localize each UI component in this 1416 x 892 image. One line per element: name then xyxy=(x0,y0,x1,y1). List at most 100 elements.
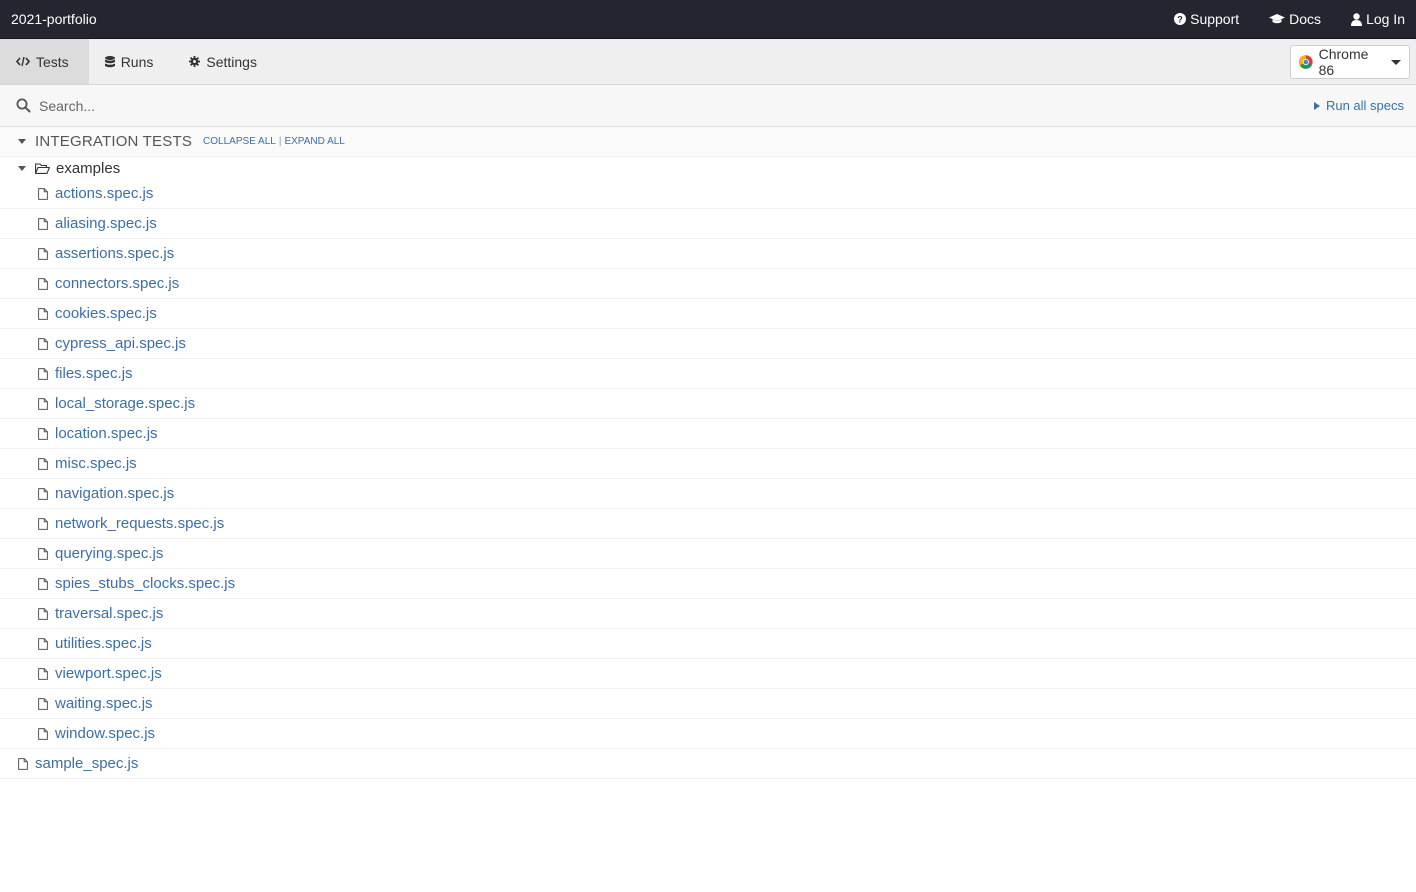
spec-file-name: utilities.spec.js xyxy=(55,635,152,652)
run-all-specs-button[interactable]: Run all specs xyxy=(1313,98,1404,113)
file-icon xyxy=(38,397,48,410)
spec-file-row[interactable]: local_storage.spec.js xyxy=(0,389,1416,419)
tab-tests-label: Tests xyxy=(36,53,69,70)
spec-file-name: querying.spec.js xyxy=(55,545,164,562)
spec-file-name: navigation.spec.js xyxy=(55,485,175,502)
file-icon xyxy=(38,487,48,500)
search-input[interactable] xyxy=(39,97,1314,114)
spec-file-name: spies_stubs_clocks.spec.js xyxy=(55,575,236,592)
integration-tests-title: INTEGRATION TESTS xyxy=(35,133,193,150)
file-icon xyxy=(38,517,48,530)
file-icon xyxy=(38,247,48,260)
chevron-down-icon xyxy=(1391,59,1401,65)
spec-file-name: local_storage.spec.js xyxy=(55,395,196,412)
file-icon xyxy=(38,457,48,470)
file-icon xyxy=(38,427,48,440)
spec-file-row[interactable]: window.spec.js xyxy=(0,719,1416,749)
spec-file-name: network_requests.spec.js xyxy=(55,515,225,532)
run-all-specs-label: Run all specs xyxy=(1325,98,1404,113)
graduation-cap-icon xyxy=(1269,14,1286,24)
question-circle-icon: ? xyxy=(1174,13,1187,25)
search-icon xyxy=(16,98,31,113)
spec-file-name: aliasing.spec.js xyxy=(55,215,157,232)
file-icon xyxy=(38,607,48,620)
spec-file-name: misc.spec.js xyxy=(55,455,137,472)
chrome-icon xyxy=(1299,55,1313,69)
file-icon xyxy=(38,277,48,290)
support-link[interactable]: ? Support xyxy=(1174,11,1239,27)
file-icon xyxy=(38,547,48,560)
login-label: Log In xyxy=(1366,11,1405,27)
spec-file-row[interactable]: cypress_api.spec.js xyxy=(0,329,1416,359)
user-icon xyxy=(1351,12,1363,26)
spec-file-name: waiting.spec.js xyxy=(55,695,153,712)
tab-runs-label: Runs xyxy=(120,53,154,70)
tabs-bar: Tests Runs Settings Chrome 86 xyxy=(0,39,1416,85)
file-icon xyxy=(38,337,48,350)
file-icon xyxy=(38,217,48,230)
actions-separator: | xyxy=(278,136,282,147)
project-name: 2021-portfolio xyxy=(11,11,97,27)
caret-down-icon xyxy=(18,165,26,171)
docs-label: Docs xyxy=(1289,11,1322,27)
spec-file-name: sample_spec.js xyxy=(35,755,139,772)
spec-file-name: viewport.spec.js xyxy=(55,665,162,682)
spec-file-name: cookies.spec.js xyxy=(55,305,157,322)
spec-file-row[interactable]: traversal.spec.js xyxy=(0,599,1416,629)
tab-settings-label: Settings xyxy=(206,53,257,70)
file-icon xyxy=(38,727,48,740)
spec-file-row[interactable]: sample_spec.js xyxy=(0,749,1416,779)
root-spec-file-list: sample_spec.js xyxy=(0,749,1416,779)
file-icon xyxy=(38,637,48,650)
top-bar: 2021-portfolio ? Support Docs Log In xyxy=(0,0,1416,39)
spec-file-row[interactable]: misc.spec.js xyxy=(0,449,1416,479)
collapse-all-button[interactable]: COLLAPSE ALL xyxy=(203,136,276,147)
spec-file-name: window.spec.js xyxy=(55,725,156,742)
spec-file-row[interactable]: cookies.spec.js xyxy=(0,299,1416,329)
file-icon xyxy=(38,667,48,680)
spec-file-row[interactable]: assertions.spec.js xyxy=(0,239,1416,269)
login-link[interactable]: Log In xyxy=(1351,11,1405,27)
spec-file-row[interactable]: utilities.spec.js xyxy=(0,629,1416,659)
spec-file-name: connectors.spec.js xyxy=(55,275,180,292)
expand-all-button[interactable]: EXPAND ALL xyxy=(284,136,344,147)
spec-file-name: traversal.spec.js xyxy=(55,605,164,622)
file-icon xyxy=(18,757,28,770)
tab-runs[interactable]: Runs xyxy=(89,39,174,84)
spec-file-row[interactable]: location.spec.js xyxy=(0,419,1416,449)
docs-link[interactable]: Docs xyxy=(1269,11,1321,27)
top-nav: ? Support Docs Log In xyxy=(1144,11,1405,27)
browser-label: Chrome 86 xyxy=(1318,46,1369,78)
svg-text:?: ? xyxy=(1177,15,1183,25)
caret-down-icon xyxy=(18,139,26,144)
database-icon xyxy=(104,55,115,67)
folder-name: examples xyxy=(56,159,121,177)
spec-file-row[interactable]: files.spec.js xyxy=(0,359,1416,389)
spec-file-name: actions.spec.js xyxy=(55,185,154,202)
code-icon xyxy=(16,56,30,67)
file-icon xyxy=(38,307,48,320)
tab-settings[interactable]: Settings xyxy=(173,39,277,84)
spec-file-row[interactable]: waiting.spec.js xyxy=(0,689,1416,719)
spec-file-row[interactable]: navigation.spec.js xyxy=(0,479,1416,509)
integration-tests-header[interactable]: INTEGRATION TESTS COLLAPSE ALL | EXPAND … xyxy=(0,127,1416,157)
search-bar: Run all specs xyxy=(0,85,1416,127)
spec-file-name: assertions.spec.js xyxy=(55,245,175,262)
spec-file-row[interactable]: spies_stubs_clocks.spec.js xyxy=(0,569,1416,599)
folder-examples[interactable]: examples xyxy=(0,157,1416,179)
spec-file-row[interactable]: network_requests.spec.js xyxy=(0,509,1416,539)
spec-file-name: files.spec.js xyxy=(55,365,133,382)
spec-file-name: location.spec.js xyxy=(55,425,158,442)
collapse-expand-actions: COLLAPSE ALL | EXPAND ALL xyxy=(203,136,345,147)
browser-select[interactable]: Chrome 86 xyxy=(1290,45,1410,79)
spec-file-row[interactable]: connectors.spec.js xyxy=(0,269,1416,299)
spec-file-row[interactable]: aliasing.spec.js xyxy=(0,209,1416,239)
play-icon xyxy=(1313,101,1320,110)
spec-file-row[interactable]: actions.spec.js xyxy=(0,179,1416,209)
support-label: Support xyxy=(1190,11,1240,27)
spec-file-row[interactable]: querying.spec.js xyxy=(0,539,1416,569)
spec-file-name: cypress_api.spec.js xyxy=(55,335,186,352)
tab-tests[interactable]: Tests xyxy=(0,39,89,84)
spec-file-row[interactable]: viewport.spec.js xyxy=(0,659,1416,689)
spec-file-list: actions.spec.js aliasing.spec.js assertion… xyxy=(0,179,1416,749)
